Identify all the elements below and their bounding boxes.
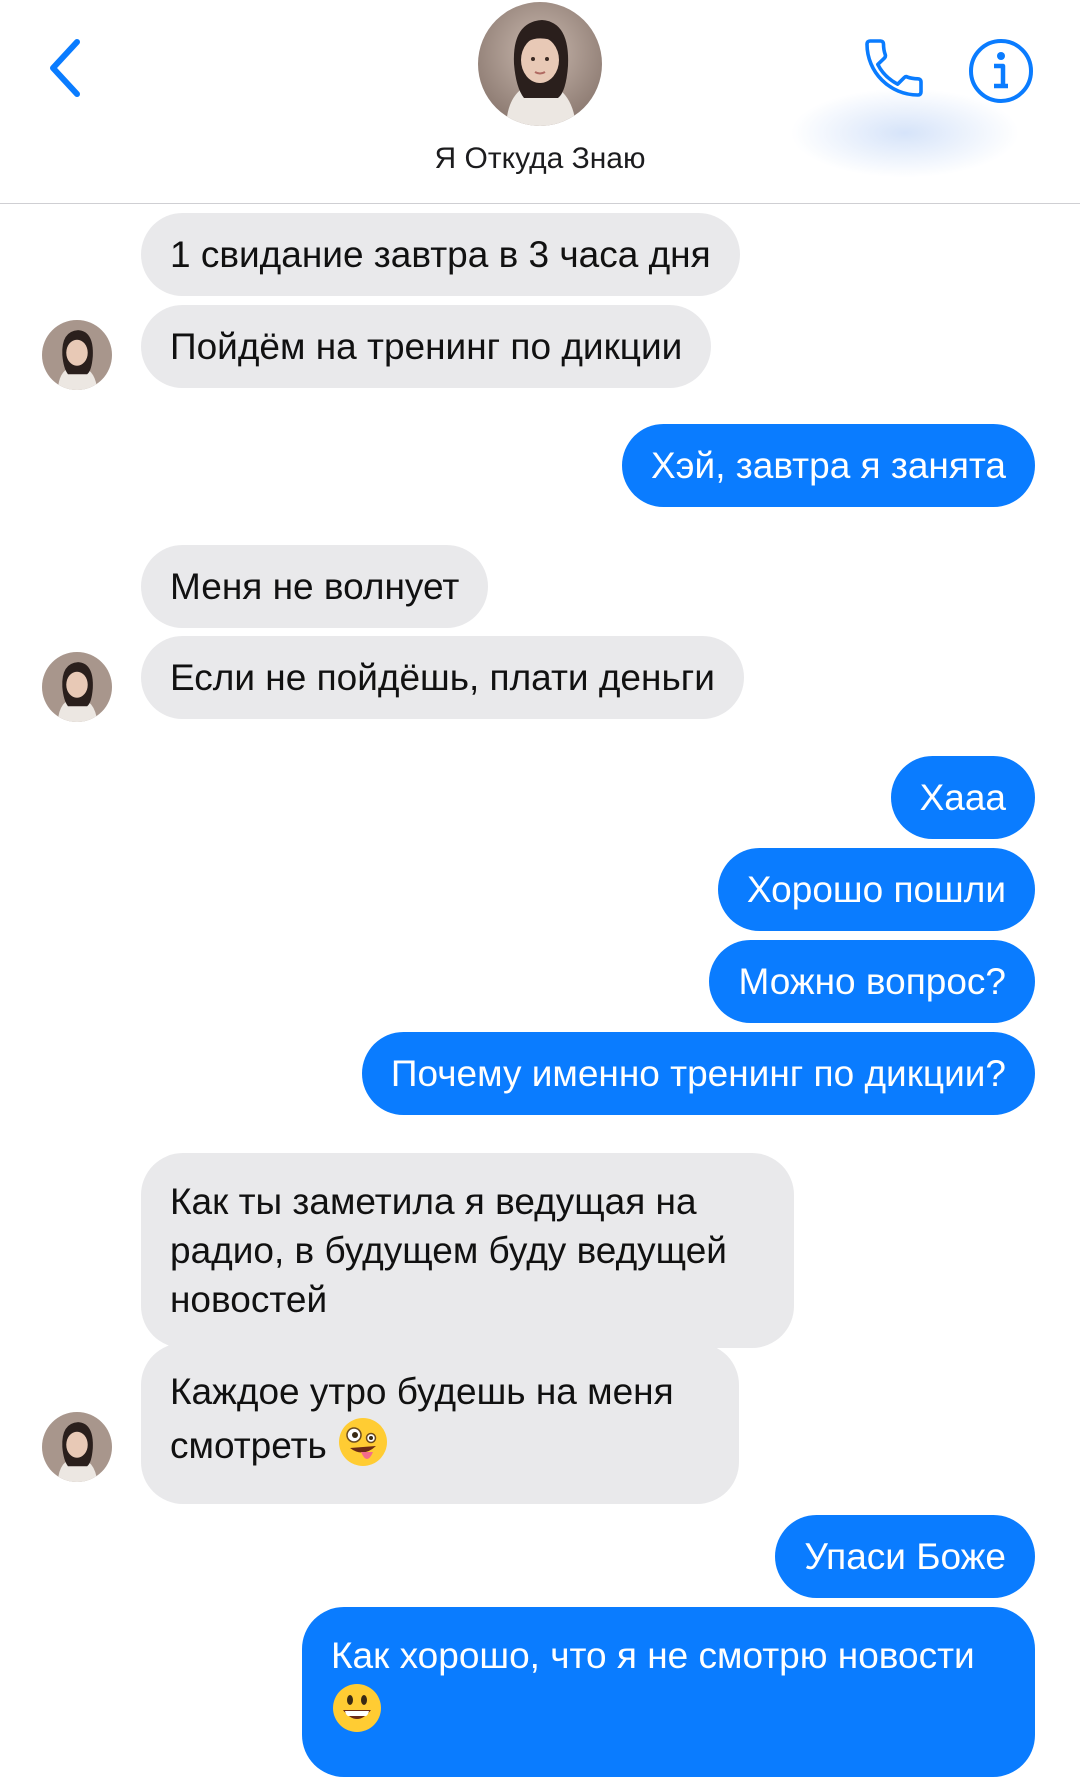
chevron-left-icon <box>50 39 80 97</box>
message-bubble-incoming[interactable]: 1 свидание завтра в 3 часа дня <box>141 213 740 296</box>
message-bubble-outgoing[interactable]: Как хорошо, что я не смотрю новости <box>302 1607 1035 1777</box>
message-text: Можно вопрос? <box>738 961 1006 1002</box>
message-text: Если не пойдёшь, плати деньги <box>170 657 715 698</box>
message-bubble-outgoing[interactable]: Хорошо пошли <box>717 848 1035 931</box>
message-bubble-incoming[interactable]: Пойдём на тренинг по дикции <box>141 305 712 388</box>
message-text: Пойдём на тренинг по дикции <box>170 326 683 367</box>
message-bubble-outgoing[interactable]: Хааа <box>890 756 1035 839</box>
info-icon <box>969 39 1033 103</box>
message-text: Как хорошо, что я не смотрю новости <box>331 1635 975 1676</box>
message-bubble-incoming[interactable]: Если не пойдёшь, плати деньги <box>141 636 744 719</box>
message-bubble-incoming[interactable]: Каждое утро будешь на меня смотреть <box>141 1343 739 1504</box>
message-text: Почему именно тренинг по дикции? <box>390 1053 1006 1094</box>
message-text: 1 свидание завтра в 3 часа дня <box>170 234 711 275</box>
contact-avatar-small[interactable] <box>42 1412 112 1482</box>
message-text: Хорошо пошли <box>746 869 1006 910</box>
info-button[interactable] <box>966 36 1036 106</box>
message-bubble-outgoing[interactable]: Хэй, завтра я занята <box>622 424 1035 507</box>
zany-face-emoji <box>337 1416 389 1480</box>
message-text: Как ты заметила я ведущая на радио, в бу… <box>170 1181 727 1320</box>
message-text: Упаси Боже <box>804 1536 1006 1577</box>
conversation-header: Я Откуда Знаю <box>0 0 1080 204</box>
grinning-face-emoji <box>331 1682 1006 1746</box>
message-text: Хэй, завтра я занята <box>651 445 1006 486</box>
back-button[interactable] <box>30 28 100 108</box>
message-text: Меня не волнует <box>170 566 460 607</box>
message-bubble-incoming[interactable]: Как ты заметила я ведущая на радио, в бу… <box>141 1153 794 1348</box>
contact-avatar-small[interactable] <box>42 320 112 390</box>
call-button[interactable] <box>858 32 930 104</box>
contact-avatar-small[interactable] <box>42 652 112 722</box>
contact-avatar[interactable] <box>478 2 602 126</box>
message-bubble-outgoing[interactable]: Почему именно тренинг по дикции? <box>361 1032 1035 1115</box>
message-bubble-incoming[interactable]: Меня не волнует <box>141 545 489 628</box>
message-bubble-outgoing[interactable]: Можно вопрос? <box>709 940 1035 1023</box>
message-text: Каждое утро будешь на меня смотреть <box>170 1371 674 1466</box>
message-bubble-outgoing[interactable]: Упаси Боже <box>775 1515 1035 1598</box>
phone-icon <box>865 39 923 97</box>
message-text: Хааа <box>919 777 1006 818</box>
